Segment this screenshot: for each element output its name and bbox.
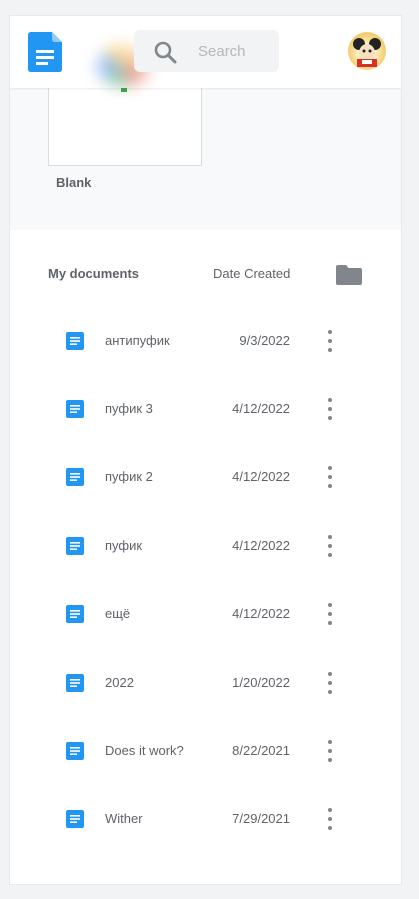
document-date: 1/20/2022 bbox=[232, 675, 290, 690]
more-options-button[interactable] bbox=[320, 531, 340, 561]
blank-template-label: Blank bbox=[56, 175, 92, 190]
document-date: 7/29/2021 bbox=[232, 811, 290, 826]
list-item[interactable]: Wither 7/29/2021 bbox=[10, 786, 401, 854]
document-name: Does it work? bbox=[105, 743, 184, 758]
document-icon bbox=[66, 810, 84, 828]
document-icon bbox=[66, 332, 84, 350]
documents-header: My documents Date Created bbox=[10, 230, 401, 290]
documents-title: My documents bbox=[48, 266, 140, 281]
document-date: 9/3/2022 bbox=[239, 333, 290, 348]
folder-icon[interactable] bbox=[336, 263, 362, 285]
sort-dropdown[interactable]: Date Created bbox=[213, 266, 290, 281]
more-options-button[interactable] bbox=[320, 462, 340, 492]
more-options-button[interactable] bbox=[320, 668, 340, 698]
document-icon bbox=[66, 674, 84, 692]
more-vert-icon bbox=[328, 690, 332, 694]
more-options-button[interactable] bbox=[320, 736, 340, 766]
more-vert-icon bbox=[328, 672, 332, 676]
more-vert-icon bbox=[328, 407, 332, 411]
more-vert-icon bbox=[328, 817, 332, 821]
more-vert-icon bbox=[328, 466, 332, 470]
blank-template-card[interactable] bbox=[48, 88, 202, 166]
avatar-image bbox=[353, 38, 381, 67]
more-vert-icon bbox=[328, 398, 332, 402]
more-vert-icon bbox=[328, 612, 332, 616]
document-date: 8/22/2021 bbox=[232, 743, 290, 758]
document-date: 4/12/2022 bbox=[232, 606, 290, 621]
avatar[interactable] bbox=[348, 32, 386, 70]
top-bar bbox=[10, 16, 401, 88]
more-vert-icon bbox=[328, 603, 332, 607]
list-item[interactable]: пуфик 4/12/2022 bbox=[10, 513, 401, 581]
document-icon bbox=[66, 605, 84, 623]
more-vert-icon bbox=[328, 484, 332, 488]
search-icon[interactable] bbox=[153, 40, 177, 64]
more-vert-icon bbox=[328, 681, 332, 685]
more-vert-icon bbox=[328, 339, 332, 343]
document-date: 4/12/2022 bbox=[232, 538, 290, 553]
more-vert-icon bbox=[328, 553, 332, 557]
more-vert-icon bbox=[328, 535, 332, 539]
list-item[interactable]: ещё 4/12/2022 bbox=[10, 581, 401, 649]
document-icon bbox=[66, 742, 84, 760]
more-vert-icon bbox=[328, 544, 332, 548]
document-name: антипуфик bbox=[105, 333, 170, 348]
document-icon bbox=[66, 468, 84, 486]
document-date: 4/12/2022 bbox=[232, 401, 290, 416]
more-vert-icon bbox=[328, 475, 332, 479]
more-vert-icon bbox=[328, 826, 332, 830]
list-item[interactable]: 2022 1/20/2022 bbox=[10, 650, 401, 718]
plus-icon bbox=[121, 88, 127, 92]
docs-logo-icon[interactable] bbox=[28, 32, 62, 72]
more-vert-icon bbox=[328, 416, 332, 420]
list-item[interactable]: пуфик 3 4/12/2022 bbox=[10, 376, 401, 444]
more-options-button[interactable] bbox=[320, 394, 340, 424]
more-options-button[interactable] bbox=[320, 599, 340, 629]
more-vert-icon bbox=[328, 808, 332, 812]
search-box[interactable] bbox=[134, 30, 279, 72]
document-name: ещё bbox=[105, 606, 131, 621]
document-icon bbox=[66, 537, 84, 555]
more-options-button[interactable] bbox=[320, 804, 340, 834]
more-options-button[interactable] bbox=[320, 326, 340, 356]
document-date: 4/12/2022 bbox=[232, 469, 290, 484]
document-name: Wither bbox=[105, 811, 143, 826]
list-item[interactable]: Does it work? 8/22/2021 bbox=[10, 718, 401, 786]
search-input[interactable] bbox=[198, 38, 272, 64]
list-item[interactable]: антипуфик 9/3/2022 bbox=[10, 308, 401, 376]
document-icon bbox=[66, 400, 84, 418]
more-vert-icon bbox=[328, 749, 332, 753]
list-item[interactable]: пуфик 2 4/12/2022 bbox=[10, 444, 401, 512]
more-vert-icon bbox=[328, 621, 332, 625]
document-name: пуфик 3 bbox=[105, 401, 153, 416]
document-name: пуфик 2 bbox=[105, 469, 153, 484]
document-name: пуфик bbox=[105, 538, 143, 553]
more-vert-icon bbox=[328, 740, 332, 744]
templates-section: Blank bbox=[10, 88, 401, 230]
more-vert-icon bbox=[328, 330, 332, 334]
more-vert-icon bbox=[328, 758, 332, 762]
document-name: 2022 bbox=[105, 675, 134, 690]
app-window: Blank My documents Date Created антипуфи… bbox=[9, 15, 402, 885]
more-vert-icon bbox=[328, 348, 332, 352]
